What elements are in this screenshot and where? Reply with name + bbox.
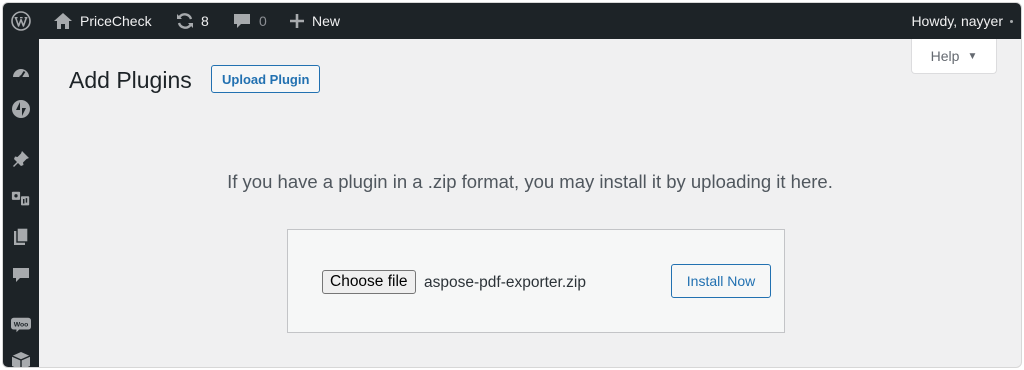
comment-bubble-icon [233, 12, 251, 30]
home-icon [53, 12, 73, 30]
user-account-menu[interactable]: Howdy, nayyer [911, 3, 1013, 39]
install-now-button[interactable]: Install Now [671, 264, 771, 298]
box-icon[interactable] [11, 351, 31, 367]
avatar [1010, 19, 1013, 23]
page-title: Add Plugins [69, 67, 192, 93]
selected-file-name: aspose-pdf-exporter.zip [424, 274, 586, 291]
upload-help-text: If you have a plugin in a .zip format, y… [227, 171, 833, 192]
site-name-link[interactable]: PriceCheck [53, 3, 152, 39]
plus-icon [289, 13, 305, 29]
woo-icon[interactable]: Woo [11, 315, 31, 335]
help-label: Help [930, 48, 960, 64]
howdy-text: Howdy, nayyer [911, 13, 1003, 29]
upload-plugin-button[interactable]: Upload Plugin [211, 65, 321, 93]
caret-down-icon: ▼ [967, 50, 978, 62]
comments-count: 0 [259, 13, 267, 29]
help-tab-button[interactable]: Help ▼ [911, 39, 997, 74]
site-name: PriceCheck [80, 13, 152, 29]
browser-frame: PriceCheck 8 0 New Howdy, nayyer Woo Add… [2, 2, 1022, 368]
new-content-link[interactable]: New [289, 3, 340, 39]
main-content: Add Plugins Upload Plugin Help ▼ If you … [39, 39, 1021, 367]
updates-link[interactable]: 8 [175, 3, 209, 39]
svg-text:Woo: Woo [14, 321, 29, 328]
updates-icon [175, 11, 195, 31]
comments-link[interactable]: 0 [233, 3, 267, 39]
updates-count: 8 [201, 13, 209, 29]
media-icon[interactable] [11, 189, 31, 209]
upload-plugin-form: Choose file aspose-pdf-exporter.zip Inst… [287, 229, 785, 333]
new-label: New [312, 13, 341, 29]
pages-icon[interactable] [11, 227, 31, 247]
admin-sidebar: Woo [3, 39, 39, 367]
dashboard-icon[interactable] [11, 63, 31, 83]
comments-icon[interactable] [11, 265, 31, 285]
pin-icon[interactable] [11, 149, 31, 169]
admin-bar: PriceCheck 8 0 New Howdy, nayyer [3, 3, 1021, 39]
choose-file-button[interactable]: Choose file [322, 270, 416, 294]
jetpack-icon[interactable] [11, 99, 31, 119]
wordpress-logo-icon[interactable] [11, 3, 31, 39]
